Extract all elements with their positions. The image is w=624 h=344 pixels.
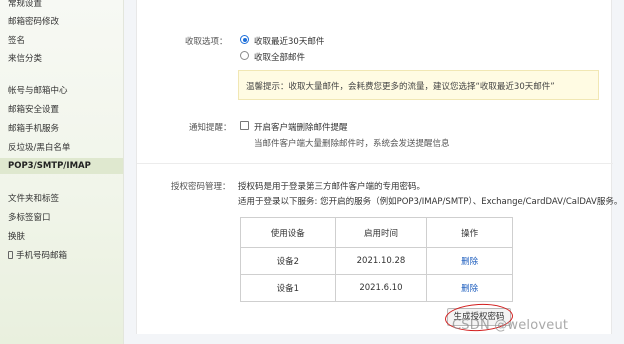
- radio-recent-30-days[interactable]: [240, 35, 249, 44]
- sidebar-item-label: 手机号码邮箱: [16, 251, 68, 261]
- auth-code-desc-1: 授权码是用于登录第三方邮件客户端的专用密码。: [238, 182, 426, 192]
- notify-label: 通知提醒：: [189, 123, 232, 133]
- table-row: 设备1 2021.6.10 删除: [240, 274, 513, 302]
- delete-link[interactable]: 删除: [461, 257, 478, 267]
- delete-reminder-desc: 当邮件客户端大量删除邮件时，系统会发送提醒信息: [254, 139, 450, 149]
- settings-panel: 收取选项： 收取最近30天邮件 收取全部邮件 温馨提示：收取大量邮件，会耗费您更…: [136, 0, 622, 334]
- sidebar-item-pop3-smtp-imap[interactable]: POP3/SMTP/IMAP: [0, 158, 123, 174]
- traffic-tip-box: 温馨提示：收取大量邮件，会耗费您更多的流量，建议您选择“收取最近30天邮件”: [238, 70, 599, 100]
- radio-all-mail[interactable]: [240, 51, 249, 60]
- auth-code-table: 使用设备 启用时间 操作 设备2 2021.10.28 删除 设备1 2021.…: [240, 217, 513, 302]
- watermark: CSDN @weloveut: [452, 318, 569, 333]
- auth-code-label: 授权密码管理：: [171, 182, 231, 192]
- cell-date: 2021.10.28: [334, 247, 428, 275]
- auth-code-desc-2: 适用于登录以下服务: 您开启的服务（例如POP3/IMAP/SMTP）、Exch…: [238, 197, 623, 207]
- sidebar-item-general[interactable]: 常规设置: [8, 0, 42, 12]
- settings-sidebar: 常规设置 邮箱密码修改 签名 来信分类 帐号与邮箱中心 邮箱安全设置 邮箱手机服…: [0, 0, 124, 344]
- radio-recent-30-days-label[interactable]: 收取最近30天邮件: [254, 35, 324, 47]
- col-header-action: 操作: [426, 217, 513, 248]
- sidebar-item-folders-tags[interactable]: 文件夹和标签: [8, 191, 59, 207]
- delete-link[interactable]: 删除: [461, 284, 478, 294]
- sidebar-item-mobile-service[interactable]: 邮箱手机服务: [8, 121, 59, 137]
- col-header-device: 使用设备: [240, 217, 336, 248]
- sidebar-item-antispam[interactable]: 反垃圾/黑白名单: [8, 140, 70, 156]
- cell-device: 设备1: [240, 274, 336, 302]
- traffic-tip-text: 温馨提示：收取大量邮件，会耗费您更多的流量，建议您选择“收取最近30天邮件”: [246, 82, 555, 92]
- delete-reminder-checkbox[interactable]: [240, 121, 249, 130]
- radio-all-mail-label[interactable]: 收取全部邮件: [254, 51, 305, 63]
- cell-date: 2021.6.10: [334, 274, 428, 302]
- sidebar-item-phone-mail[interactable]: 手机号码邮箱: [8, 248, 67, 264]
- section-divider: [137, 163, 613, 164]
- receive-options-label: 收取选项：: [185, 37, 228, 47]
- sidebar-item-skin[interactable]: 换肤: [8, 229, 25, 245]
- sidebar-item-filters[interactable]: 来信分类: [8, 51, 42, 67]
- sidebar-item-account-center[interactable]: 帐号与邮箱中心: [8, 83, 68, 99]
- cell-device: 设备2: [240, 247, 336, 275]
- sidebar-item-security[interactable]: 邮箱安全设置: [8, 102, 59, 118]
- table-header-row: 使用设备 启用时间 操作: [240, 217, 513, 248]
- sidebar-item-password[interactable]: 邮箱密码修改: [8, 14, 59, 30]
- phone-icon: [8, 251, 13, 259]
- col-header-enabled-time: 启用时间: [334, 217, 428, 248]
- sidebar-item-signature[interactable]: 签名: [8, 33, 25, 49]
- table-row: 设备2 2021.10.28 删除: [240, 247, 513, 275]
- delete-reminder-label[interactable]: 开启客户端删除邮件提醒: [254, 121, 348, 133]
- sidebar-item-multi-tab[interactable]: 多标签窗口: [8, 210, 51, 226]
